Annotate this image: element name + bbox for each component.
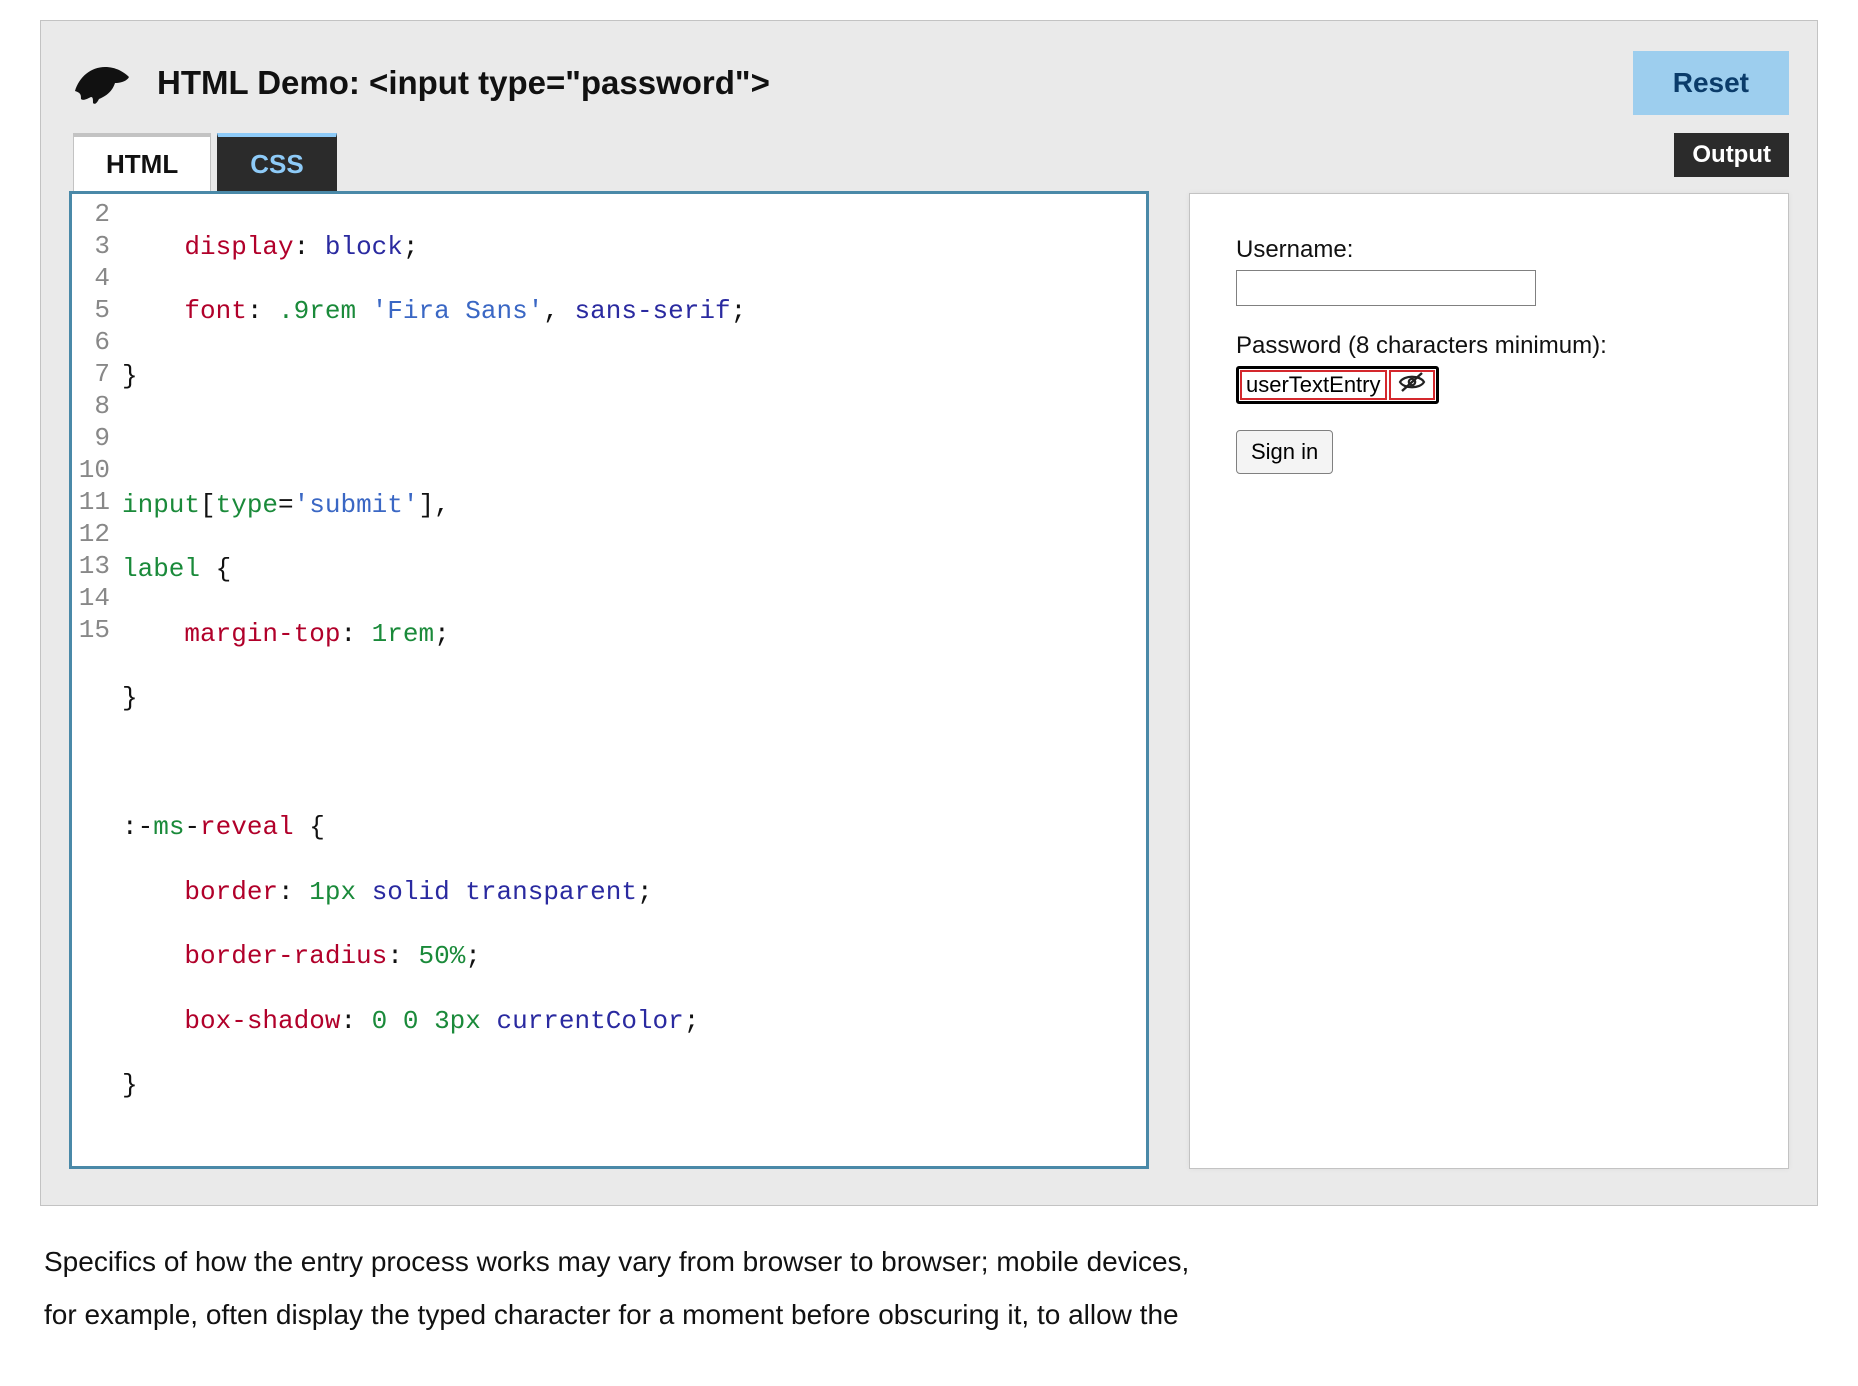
sign-in-button[interactable]: Sign in: [1236, 430, 1333, 474]
code-editor-area: HTML CSS 2 3 4 5 6 7 8 9 10 11: [69, 133, 1149, 1169]
code-content[interactable]: display: block; font: .9rem 'Fira Sans',…: [116, 194, 746, 1166]
line-number: 7: [72, 358, 110, 390]
line-number: 12: [72, 518, 110, 550]
article-body: Specifics of how the entry process works…: [40, 1206, 1818, 1338]
line-number: 5: [72, 294, 110, 326]
editor-tabs: HTML CSS: [69, 133, 1149, 192]
username-label: Username:: [1236, 236, 1742, 264]
demo-container: HTML Demo: <input type="password"> Reset…: [40, 20, 1818, 1206]
line-number: 6: [72, 326, 110, 358]
line-number: 11: [72, 486, 110, 518]
code-editor[interactable]: 2 3 4 5 6 7 8 9 10 11 12 13 14 15: [69, 191, 1149, 1169]
article-paragraph: Specifics of how the entry process works…: [44, 1240, 1814, 1285]
line-number: 15: [72, 614, 110, 646]
line-number: 8: [72, 390, 110, 422]
username-input[interactable]: [1236, 270, 1536, 306]
gutter: 2 3 4 5 6 7 8 9 10 11 12 13 14 15: [72, 194, 116, 1166]
reveal-password-button[interactable]: [1389, 370, 1435, 400]
line-number: 14: [72, 582, 110, 614]
output-label: Output: [1674, 133, 1789, 177]
tab-html[interactable]: HTML: [73, 133, 211, 192]
password-input[interactable]: userTextEntry: [1240, 370, 1387, 400]
demo-header: HTML Demo: <input type="password"> Reset: [69, 51, 1789, 115]
demo-title: HTML Demo: <input type="password">: [157, 64, 770, 102]
eye-slash-icon: [1398, 371, 1426, 400]
output-panel: Output Username: Password (8 characters …: [1189, 133, 1789, 1169]
reset-button[interactable]: Reset: [1633, 51, 1789, 115]
article-paragraph: for example, often display the typed cha…: [44, 1293, 1814, 1338]
tab-css[interactable]: CSS: [217, 133, 336, 192]
line-number: 9: [72, 422, 110, 454]
line-number: 2: [72, 198, 110, 230]
line-number: 13: [72, 550, 110, 582]
line-number: 4: [72, 262, 110, 294]
dino-icon: [69, 59, 133, 107]
line-number: 10: [72, 454, 110, 486]
output-content: Username: Password (8 characters minimum…: [1189, 193, 1789, 1169]
line-number: 3: [72, 230, 110, 262]
password-label: Password (8 characters minimum):: [1236, 332, 1742, 360]
